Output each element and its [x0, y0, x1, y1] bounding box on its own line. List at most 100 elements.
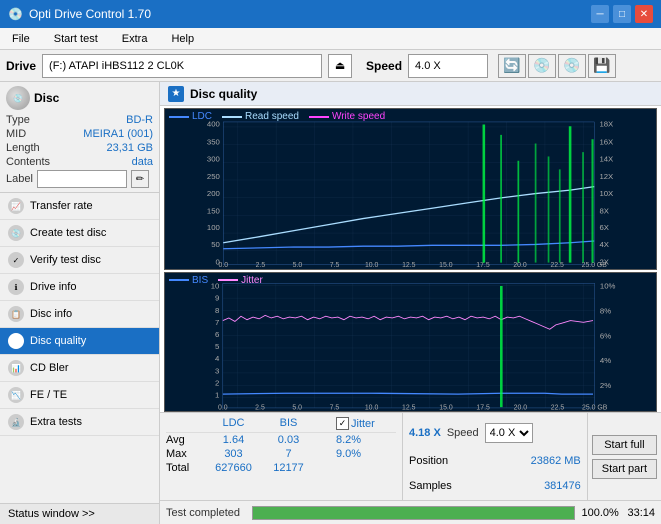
svg-text:10X: 10X [599, 189, 613, 198]
main-content: 💿 Disc Type BD-R MID MEIRA1 (001) Length… [0, 82, 661, 524]
minimize-button[interactable]: ─ [591, 5, 609, 23]
sidebar-item-label-create-test-disc: Create test disc [30, 227, 106, 239]
stat-header-ldc: LDC [206, 417, 261, 430]
sidebar-item-extra-tests[interactable]: 🔬 Extra tests [0, 409, 159, 436]
svg-text:0.0: 0.0 [218, 404, 228, 411]
disc-type-row: Type BD-R [6, 114, 153, 126]
svg-text:10.0: 10.0 [365, 262, 379, 269]
sidebar-item-drive-info[interactable]: ℹ Drive info [0, 274, 159, 301]
sidebar-item-label-fe-te: FE / TE [30, 389, 67, 401]
top-chart-container: LDC Read speed Write speed [164, 108, 657, 270]
sidebar-item-label-verify-test-disc: Verify test disc [30, 254, 101, 266]
drive-value: (F:) ATAPI iHBS112 2 CL0K [49, 60, 184, 72]
svg-text:16X: 16X [599, 137, 613, 146]
maximize-button[interactable]: □ [613, 5, 631, 23]
stats-right: 4.18 X Speed 4.0 X Position 23862 MB [402, 413, 587, 500]
jitter-legend-item: Jitter [218, 275, 263, 286]
svg-text:250: 250 [207, 172, 220, 181]
svg-text:6: 6 [215, 330, 219, 339]
disc-length-label: Length [6, 142, 40, 154]
disc-info-icon: 📋 [8, 306, 24, 322]
sidebar-item-create-test-disc[interactable]: 💿 Create test disc [0, 220, 159, 247]
svg-text:150: 150 [207, 206, 220, 215]
speed-select[interactable]: 4.0 X [485, 423, 533, 443]
menu-file[interactable]: File [4, 31, 38, 47]
read-speed-legend-label: Read speed [245, 111, 299, 122]
stat-max-ldc: 303 [206, 448, 261, 460]
drive-btn1[interactable]: 💿 [528, 54, 556, 78]
sidebar-item-cd-bler[interactable]: 📊 CD Bler [0, 355, 159, 382]
svg-text:15.0: 15.0 [439, 404, 453, 411]
svg-text:300: 300 [207, 155, 220, 164]
svg-text:350: 350 [207, 137, 220, 146]
disc-label-row: Label ✏ [6, 170, 153, 188]
speed-label-static: Speed [447, 427, 479, 439]
app-title: Opti Drive Control 1.70 [29, 7, 151, 21]
stats-max-row: Max 303 7 9.0% [166, 447, 396, 461]
drive-btn2[interactable]: 💿 [558, 54, 586, 78]
cd-bler-icon: 📊 [8, 360, 24, 376]
top-chart-svg: 400 350 300 250 200 150 100 50 0 18X 16X… [165, 109, 656, 269]
disc-mid-label: MID [6, 128, 26, 140]
position-label: Position [409, 455, 448, 467]
disc-label-edit-button[interactable]: ✏ [131, 170, 149, 188]
drive-selector[interactable]: (F:) ATAPI iHBS112 2 CL0K [42, 54, 322, 78]
svg-text:6X: 6X [599, 223, 608, 232]
svg-text:18X: 18X [599, 119, 613, 128]
save-button[interactable]: 💾 [588, 54, 616, 78]
svg-text:5.0: 5.0 [292, 404, 302, 411]
disc-mid-value: MEIRA1 (001) [83, 128, 153, 140]
bottom-legend: BIS Jitter [169, 275, 263, 286]
progress-area: Test completed 100.0% 33:14 [160, 500, 661, 524]
svg-text:10.0: 10.0 [365, 404, 379, 411]
disc-section-title: Disc [34, 91, 59, 105]
svg-text:25.0 GB: 25.0 GB [582, 404, 608, 411]
svg-text:8%: 8% [600, 306, 611, 315]
close-button[interactable]: ✕ [635, 5, 653, 23]
svg-text:2.5: 2.5 [256, 262, 266, 269]
start-full-button[interactable]: Start full [592, 435, 657, 455]
sidebar-item-label-drive-info: Drive info [30, 281, 76, 293]
svg-text:20.0: 20.0 [513, 262, 527, 269]
svg-text:25.0 GB: 25.0 GB [582, 262, 608, 269]
title-bar-controls: ─ □ ✕ [591, 5, 653, 23]
sidebar-item-disc-info[interactable]: 📋 Disc info [0, 301, 159, 328]
jitter-checkbox[interactable]: ✓ [336, 417, 349, 430]
stat-max-jitter: 9.0% [336, 448, 396, 460]
svg-text:7.5: 7.5 [330, 404, 340, 411]
menu-help[interactable]: Help [163, 31, 202, 47]
charts-area: LDC Read speed Write speed [160, 106, 661, 500]
drive-label: Drive [6, 59, 36, 73]
disc-label-input[interactable] [37, 170, 127, 188]
drive-eject-button[interactable]: ⏏ [328, 54, 352, 78]
menu-extra[interactable]: Extra [114, 31, 156, 47]
sidebar-item-fe-te[interactable]: 📉 FE / TE [0, 382, 159, 409]
sidebar-item-disc-quality[interactable]: ★ Disc quality [0, 328, 159, 355]
stat-header-empty [166, 417, 206, 430]
svg-text:20.0: 20.0 [514, 404, 528, 411]
samples-label: Samples [409, 480, 452, 492]
sidebar-item-label-extra-tests: Extra tests [30, 416, 82, 428]
svg-text:10%: 10% [600, 281, 616, 290]
menu-start-test[interactable]: Start test [46, 31, 106, 47]
svg-text:5.0: 5.0 [293, 262, 303, 269]
stat-avg-label: Avg [166, 434, 206, 446]
speed-selector[interactable]: 4.0 X [408, 54, 488, 78]
status-window[interactable]: Status window >> [0, 503, 159, 524]
stats-area: LDC BIS ✓ Jitter Avg 1.64 0.03 [160, 412, 661, 500]
samples-value: 381476 [544, 480, 581, 492]
disc-contents-label: Contents [6, 156, 50, 168]
progress-bar [252, 506, 575, 520]
drive-bar: Drive (F:) ATAPI iHBS112 2 CL0K ⏏ Speed … [0, 50, 661, 82]
bis-legend-item: BIS [169, 275, 208, 286]
svg-text:4: 4 [215, 354, 220, 363]
action-buttons: Start full Start part [587, 413, 661, 500]
start-part-button[interactable]: Start part [592, 459, 657, 479]
transfer-rate-icon: 📈 [8, 198, 24, 214]
refresh-button[interactable]: 🔄 [498, 54, 526, 78]
stat-header-jitter-container: ✓ Jitter [336, 417, 396, 430]
sidebar-item-verify-test-disc[interactable]: ✓ Verify test disc [0, 247, 159, 274]
sidebar-item-transfer-rate[interactable]: 📈 Transfer rate [0, 193, 159, 220]
disc-mid-row: MID MEIRA1 (001) [6, 128, 153, 140]
svg-text:100: 100 [207, 223, 220, 232]
